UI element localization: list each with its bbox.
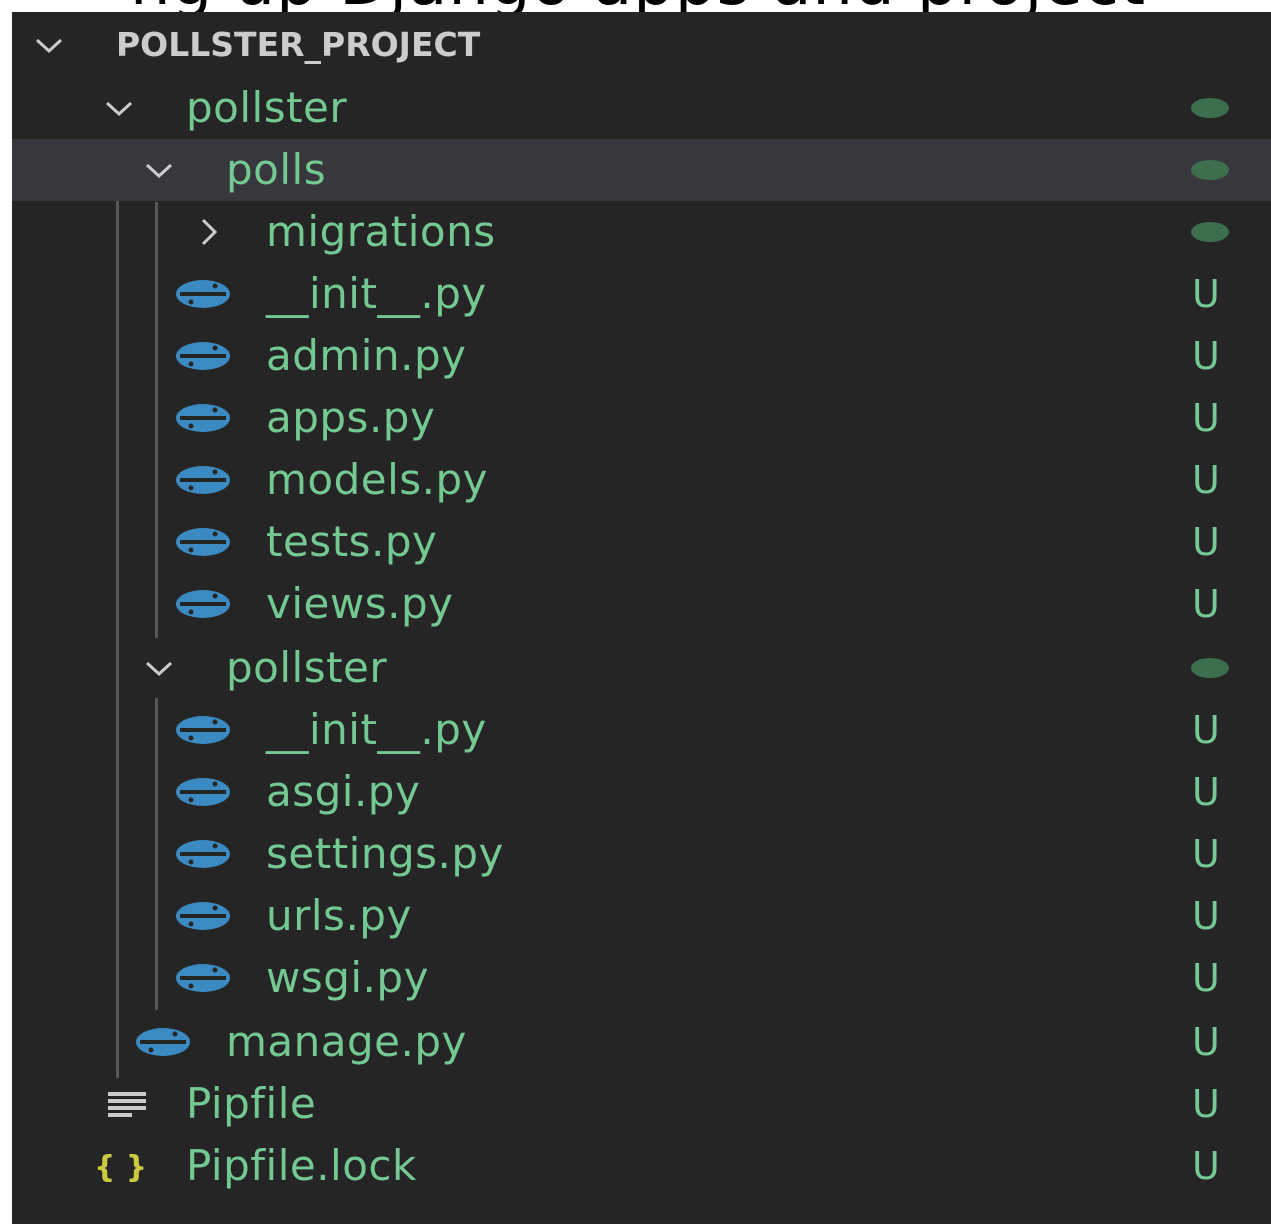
lines-icon [104, 1088, 154, 1120]
tree-item-label: wsgi.py [266, 953, 429, 1002]
tree-item-label: pollster [226, 643, 388, 692]
untracked-badge: U [1192, 708, 1220, 752]
modified-dot-icon [1191, 222, 1229, 242]
tree-item-pollster[interactable]: pollster [12, 77, 1271, 139]
cropped-heading-text: ng up Django apps and project [0, 0, 1271, 12]
untracked-badge: U [1192, 1082, 1220, 1126]
chevron-down-icon[interactable] [144, 653, 174, 683]
tree-item-label: admin.py [266, 331, 467, 380]
svg-text:{ }: { } [94, 1150, 147, 1182]
tree-item-label: tests.py [266, 517, 438, 566]
chevron-down-icon[interactable] [34, 30, 64, 60]
tree-item-label: urls.py [266, 891, 412, 940]
tree-item-file[interactable]: admin.py U [12, 325, 1271, 387]
tree-item-label: apps.py [266, 393, 436, 442]
tree-item-pollster-inner[interactable]: pollster [12, 637, 1271, 699]
untracked-badge: U [1192, 956, 1220, 1000]
python-icon [174, 714, 232, 746]
python-icon [174, 340, 232, 372]
untracked-badge: U [1192, 770, 1220, 814]
untracked-badge: U [1192, 458, 1220, 502]
tree-item-label: asgi.py [266, 767, 421, 816]
tree-item-file[interactable]: __init__.py U [12, 699, 1271, 761]
tree-item-label: polls [226, 145, 327, 194]
python-icon [174, 464, 232, 496]
json-braces-icon: { } [92, 1150, 162, 1182]
tree-item-migrations[interactable]: migrations [12, 201, 1271, 263]
untracked-badge: U [1192, 1144, 1220, 1188]
python-icon [174, 900, 232, 932]
tree-item-file[interactable]: { } Pipfile.lock U [12, 1135, 1271, 1197]
tree-item-file[interactable]: wsgi.py U [12, 947, 1271, 1009]
tree-item-file[interactable]: urls.py U [12, 885, 1271, 947]
tree-item-label: models.py [266, 455, 489, 504]
screenshot: ng up Django apps and project POLLSTER_P… [0, 0, 1271, 1224]
chevron-down-icon[interactable] [104, 93, 134, 123]
tree-item-label: __init__.py [266, 269, 487, 318]
python-icon [174, 278, 232, 310]
tree-item-polls[interactable]: polls [12, 139, 1271, 201]
tree-item-file[interactable]: settings.py U [12, 823, 1271, 885]
tree-item-file[interactable]: manage.py U [12, 1011, 1271, 1073]
python-icon [174, 588, 232, 620]
tree-item-label: migrations [266, 207, 496, 256]
tree-item-label: Pipfile [186, 1079, 317, 1128]
modified-dot-icon [1191, 98, 1229, 118]
explorer-root-header[interactable]: POLLSTER_PROJECT [12, 14, 1271, 76]
python-icon [174, 526, 232, 558]
python-icon [174, 838, 232, 870]
chevron-right-icon[interactable] [194, 217, 224, 247]
file-explorer: POLLSTER_PROJECT pollster polls migratio… [12, 12, 1271, 1224]
tree-item-label: manage.py [226, 1017, 467, 1066]
tree-item-file[interactable]: Pipfile U [12, 1073, 1271, 1135]
tree-item-label: __init__.py [266, 705, 487, 754]
python-icon [174, 776, 232, 808]
untracked-badge: U [1192, 520, 1220, 564]
tree-item-label: views.py [266, 579, 454, 628]
python-icon [174, 402, 232, 434]
untracked-badge: U [1192, 1020, 1220, 1064]
modified-dot-icon [1191, 658, 1229, 678]
untracked-badge: U [1192, 832, 1220, 876]
python-icon [174, 962, 232, 994]
tree-item-file[interactable]: __init__.py U [12, 263, 1271, 325]
tree-item-label: Pipfile.lock [186, 1141, 417, 1190]
tree-item-label: settings.py [266, 829, 504, 878]
untracked-badge: U [1192, 272, 1220, 316]
tree-item-file[interactable]: views.py U [12, 573, 1271, 635]
python-icon [134, 1026, 192, 1058]
tree-item-file[interactable]: apps.py U [12, 387, 1271, 449]
untracked-badge: U [1192, 582, 1220, 626]
tree-item-file[interactable]: models.py U [12, 449, 1271, 511]
modified-dot-icon [1191, 160, 1229, 180]
tree-item-file[interactable]: asgi.py U [12, 761, 1271, 823]
untracked-badge: U [1192, 334, 1220, 378]
tree-item-label: pollster [186, 83, 348, 132]
untracked-badge: U [1192, 894, 1220, 938]
untracked-badge: U [1192, 396, 1220, 440]
tree-item-file[interactable]: tests.py U [12, 511, 1271, 573]
chevron-down-icon[interactable] [144, 155, 174, 185]
root-folder-label: POLLSTER_PROJECT [116, 25, 481, 64]
